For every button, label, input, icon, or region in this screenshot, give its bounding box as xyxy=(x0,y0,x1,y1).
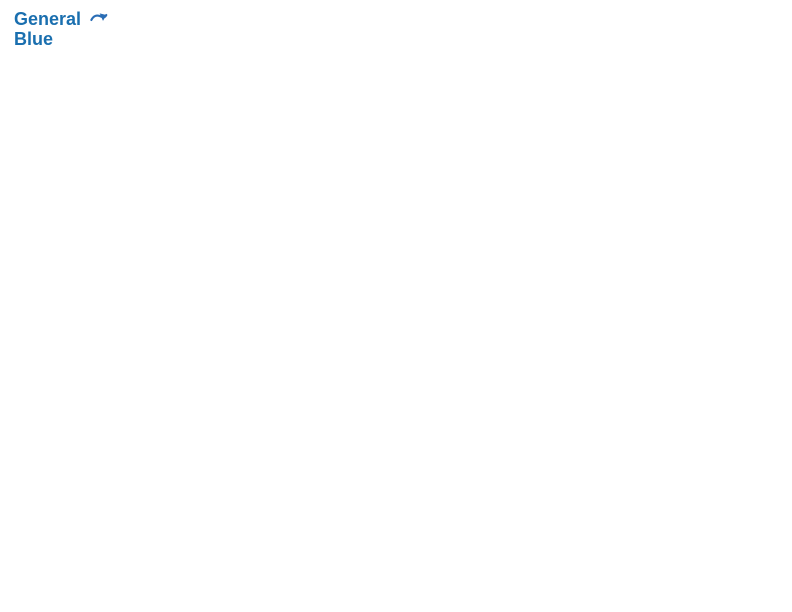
page-header: General Blue xyxy=(10,10,782,50)
logo: General Blue xyxy=(14,10,108,50)
logo-text2: Blue xyxy=(14,30,108,50)
logo-text: General xyxy=(14,10,108,30)
